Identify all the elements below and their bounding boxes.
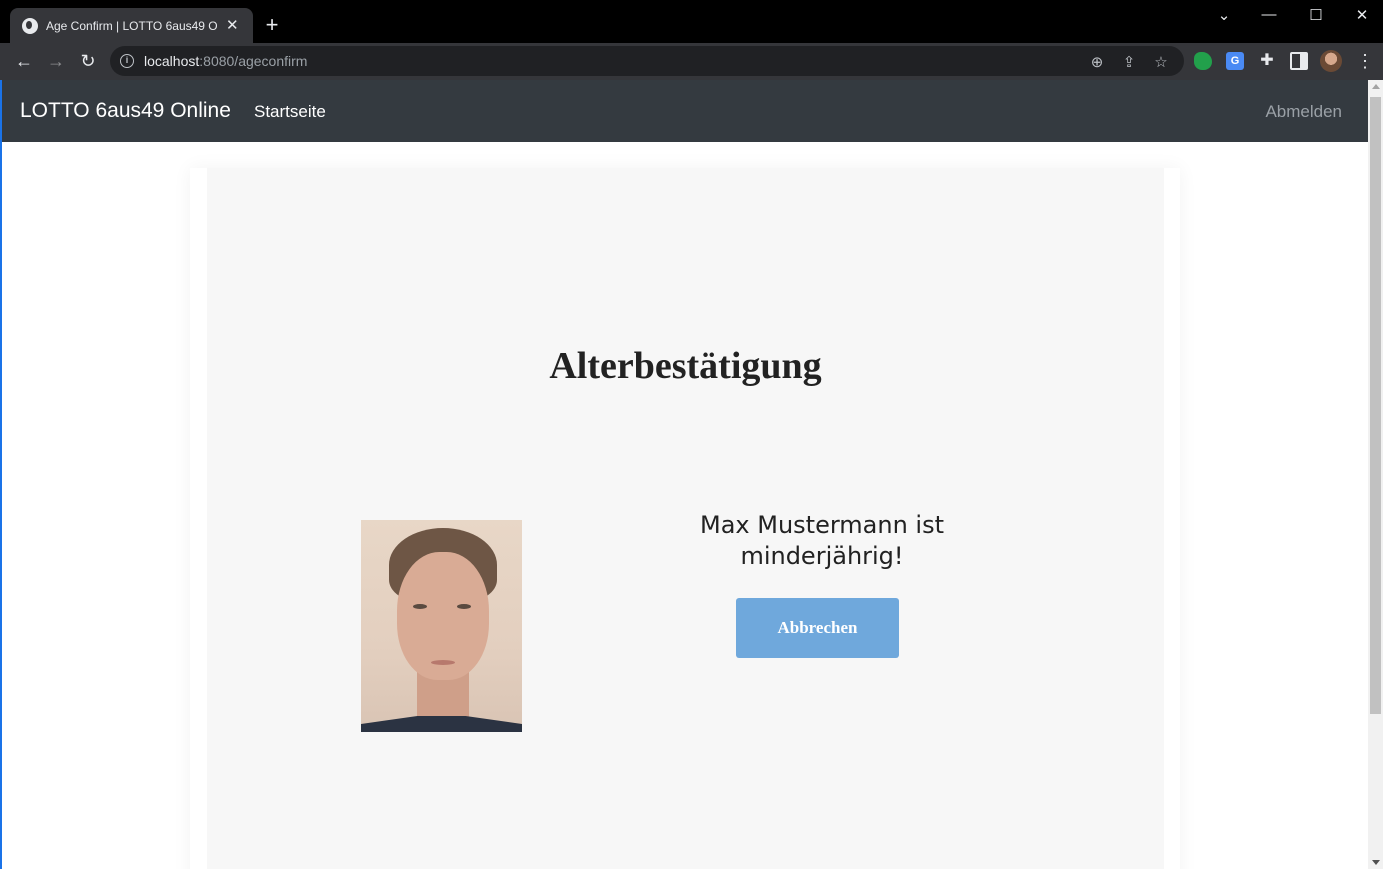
translate-icon[interactable]: G <box>1226 52 1244 70</box>
cancel-button[interactable]: Abbrechen <box>736 598 899 658</box>
page-title: Alterbestätigung <box>549 345 822 387</box>
nav-link-home[interactable]: Startseite <box>254 102 326 122</box>
more-vert-icon[interactable]: ⋮ <box>1356 50 1374 72</box>
puzzle-icon[interactable]: ✚ <box>1258 52 1276 70</box>
age-confirm-card: Alterbestätigung Max Mustermann ist mind… <box>207 168 1164 869</box>
maximize-icon[interactable]: ☐ <box>1306 6 1326 24</box>
site-navbar: LOTTO 6aus49 Online Startseite Abmelden <box>2 80 1368 142</box>
plus-icon[interactable]: + <box>262 14 282 36</box>
info-icon[interactable]: i <box>120 54 134 68</box>
scroll-down-icon[interactable] <box>1372 860 1380 865</box>
back-icon[interactable]: ← <box>13 51 35 73</box>
star-icon[interactable]: ☆ <box>1152 53 1170 71</box>
close-icon[interactable]: ✕ <box>226 18 239 33</box>
browser-toolbar: ← → ↻ i localhost:8080/ageconfirm ⊕ ⇪ ☆ <box>0 43 1383 80</box>
evernote-icon[interactable] <box>1194 52 1212 70</box>
scrollbar-thumb[interactable] <box>1370 97 1381 714</box>
brand-link[interactable]: LOTTO 6aus49 Online <box>20 99 231 123</box>
zoom-icon[interactable]: ⊕ <box>1088 53 1106 71</box>
side-panel-icon[interactable] <box>1290 52 1308 70</box>
nav-link-logout[interactable]: Abmelden <box>1265 102 1342 122</box>
address-bar[interactable]: i localhost:8080/ageconfirm ⊕ ⇪ ☆ <box>110 46 1184 76</box>
minimize-icon[interactable]: — <box>1259 6 1279 23</box>
avatar[interactable] <box>1320 50 1342 72</box>
share-icon[interactable]: ⇪ <box>1120 53 1138 71</box>
reload-icon[interactable]: ↻ <box>77 51 99 73</box>
browser-title-bar: Age Confirm | LOTTO 6aus49 Online ✕ + ⌄ … <box>0 0 1383 43</box>
chevron-down-icon[interactable]: ⌄ <box>1214 6 1234 24</box>
browser-tab[interactable]: Age Confirm | LOTTO 6aus49 Online ✕ <box>10 8 253 43</box>
window-close-icon[interactable]: ✕ <box>1352 6 1372 24</box>
underage-message: Max Mustermann ist minderjährig! <box>699 511 944 570</box>
page-viewport: LOTTO 6aus49 Online Startseite Abmelden … <box>2 80 1368 869</box>
tab-title: Age Confirm | LOTTO 6aus49 Online <box>46 18 218 33</box>
url-text[interactable]: localhost:8080/ageconfirm <box>144 53 307 69</box>
globe-icon <box>22 17 38 34</box>
forward-icon[interactable]: → <box>45 51 67 73</box>
scroll-up-icon[interactable] <box>1372 84 1380 89</box>
user-photo <box>361 520 522 732</box>
scrollbar[interactable] <box>1368 80 1383 869</box>
